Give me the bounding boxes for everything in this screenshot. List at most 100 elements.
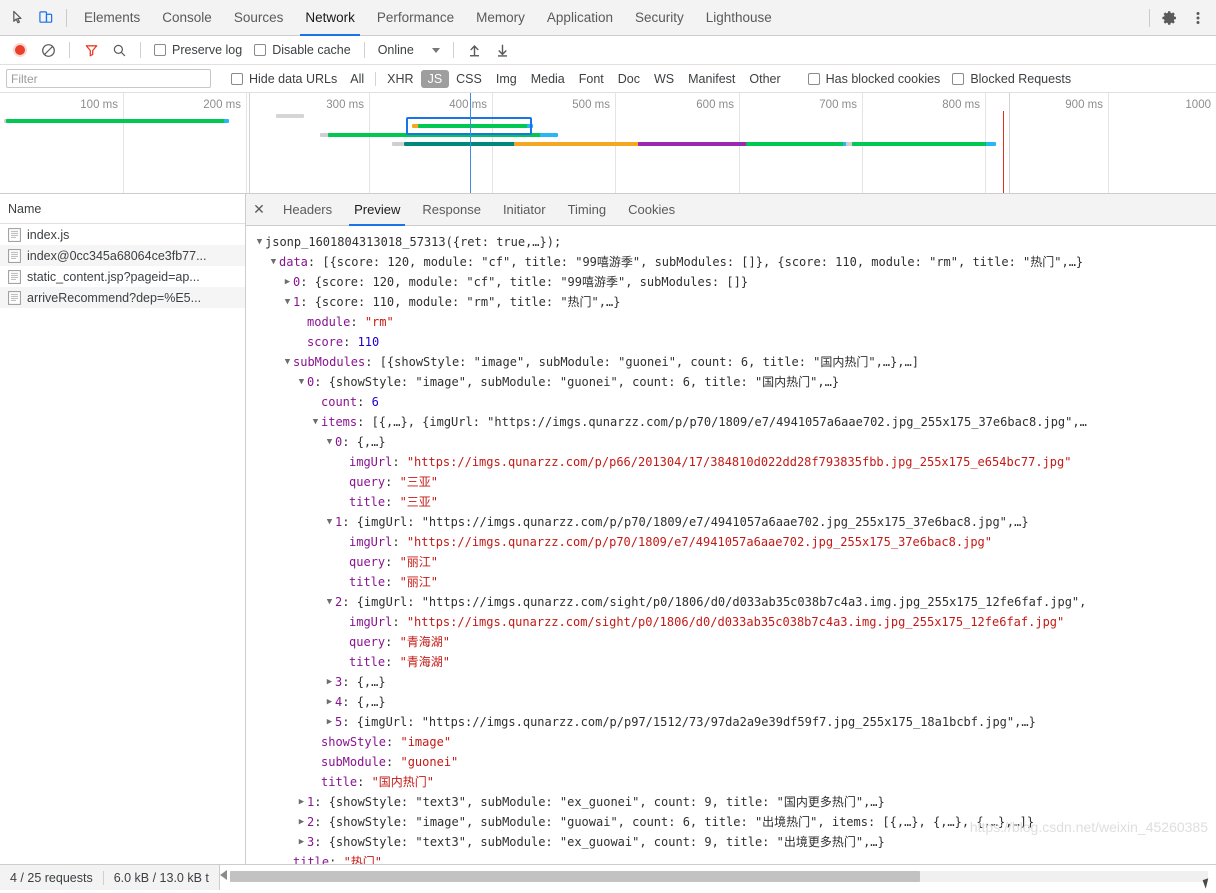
scrollbar-thumb[interactable] — [229, 871, 920, 882]
tab-response[interactable]: Response — [411, 194, 492, 226]
tab-lighthouse[interactable]: Lighthouse — [695, 0, 783, 36]
requests-column-header[interactable]: Name — [0, 194, 245, 224]
expand-arrow-right-icon[interactable]: ▶ — [324, 692, 335, 712]
expand-arrow-right-icon[interactable]: ▶ — [282, 272, 293, 292]
json-tree-line[interactable]: imgUrl: "https://imgs.qunarzz.com/p/p70/… — [246, 532, 1216, 552]
json-preview-tree[interactable]: ▼ jsonp_1601804313018_57313({ret: true,…}… — [246, 226, 1216, 864]
tab-preview[interactable]: Preview — [343, 194, 411, 226]
filter-input[interactable] — [6, 69, 211, 88]
json-tree-line[interactable]: ▼ 1: {score: 110, module: "rm", title: "热… — [246, 292, 1216, 312]
has-blocked-cookies-box[interactable] — [807, 72, 820, 85]
json-tree-line[interactable]: ▶ 2: {showStyle: "image", subModule: "guo… — [246, 812, 1216, 832]
tab-application[interactable]: Application — [536, 0, 624, 36]
tab-headers[interactable]: Headers — [272, 194, 343, 226]
json-tree-line[interactable]: ▼ 2: {imgUrl: "https://imgs.qunarzz.com/s… — [246, 592, 1216, 612]
expand-arrow-right-icon[interactable]: ▶ — [296, 832, 307, 852]
type-filter-font[interactable]: Font — [572, 70, 611, 88]
expand-arrow-right-icon[interactable]: ▶ — [324, 672, 335, 692]
type-filter-xhr[interactable]: XHR — [380, 70, 420, 88]
json-tree-line[interactable]: ▼ 1: {imgUrl: "https://imgs.qunarzz.com/p… — [246, 512, 1216, 532]
export-har-icon[interactable] — [489, 36, 517, 64]
clear-button[interactable] — [34, 36, 62, 64]
json-tree-line[interactable]: ▶ 3: {showStyle: "text3", subModule: "ex_… — [246, 832, 1216, 852]
tab-timing[interactable]: Timing — [557, 194, 618, 226]
expand-arrow-down-icon[interactable]: ▼ — [324, 512, 335, 532]
tab-network[interactable]: Network — [294, 0, 366, 36]
close-icon[interactable]: ✕ — [246, 194, 272, 226]
tab-memory[interactable]: Memory — [465, 0, 536, 36]
disable-cache-checkbox[interactable]: Disable cache — [248, 43, 357, 57]
network-overview-timeline[interactable]: 100 ms 200 ms 300 ms 400 ms 500 ms 600 ms 700 … — [0, 93, 1216, 194]
json-tree-line[interactable]: imgUrl: "https://imgs.qunarzz.com/sight/… — [246, 612, 1216, 632]
json-tree-line[interactable]: ▶ 0: {score: 120, module: "cf", title: "9… — [246, 272, 1216, 292]
type-filter-css[interactable]: CSS — [449, 70, 489, 88]
json-tree-line[interactable]: title: "丽江" — [246, 572, 1216, 592]
json-tree-line[interactable]: ▶ 3: {,…} — [246, 672, 1216, 692]
request-row[interactable]: index.js — [0, 224, 245, 245]
expand-arrow-down-icon[interactable]: ▼ — [254, 232, 265, 252]
blocked-requests-box[interactable] — [952, 72, 965, 85]
expand-arrow-right-icon[interactable]: ▶ — [296, 812, 307, 832]
expand-arrow-down-icon[interactable]: ▼ — [268, 252, 279, 272]
json-tree-line[interactable]: title: "国内热门" — [246, 772, 1216, 792]
overview-selection-box[interactable] — [406, 117, 532, 135]
json-tree-line[interactable]: score: 110 — [246, 332, 1216, 352]
preserve-log-checkbox[interactable]: Preserve log — [148, 43, 248, 57]
blocked-requests-checkbox[interactable]: Blocked Requests — [946, 72, 1077, 86]
type-filter-doc[interactable]: Doc — [611, 70, 647, 88]
json-tree-line[interactable]: ▼ data: [{score: 120, module: "cf", title… — [246, 252, 1216, 272]
filter-funnel-icon[interactable] — [77, 36, 105, 64]
json-tree-line[interactable]: ▼ 0: {showStyle: "image", subModule: "guo… — [246, 372, 1216, 392]
expand-arrow-down-icon[interactable]: ▼ — [282, 352, 293, 372]
expand-arrow-down-icon[interactable]: ▼ — [282, 292, 293, 312]
type-filter-manifest[interactable]: Manifest — [681, 70, 742, 88]
type-filter-js[interactable]: JS — [420, 69, 450, 88]
type-filter-other[interactable]: Other — [742, 70, 787, 88]
expand-arrow-right-icon[interactable]: ▶ — [296, 792, 307, 812]
json-tree-line[interactable]: ▼ jsonp_1601804313018_57313({ret: true,…}… — [246, 232, 1216, 252]
json-tree-line[interactable]: module: "rm" — [246, 312, 1216, 332]
json-tree-line[interactable]: showStyle: "image" — [246, 732, 1216, 752]
preview-horizontal-scrollbar[interactable] — [218, 865, 1216, 890]
json-tree-line[interactable]: title: "青海湖" — [246, 652, 1216, 672]
json-tree-line[interactable]: count: 6 — [246, 392, 1216, 412]
expand-arrow-down-icon[interactable]: ▼ — [324, 592, 335, 612]
json-tree-line[interactable]: ▶ 4: {,…} — [246, 692, 1216, 712]
search-icon[interactable] — [105, 36, 133, 64]
tab-security[interactable]: Security — [624, 0, 695, 36]
expand-arrow-down-icon[interactable]: ▼ — [310, 412, 321, 432]
import-har-icon[interactable] — [461, 36, 489, 64]
tab-performance[interactable]: Performance — [366, 0, 465, 36]
json-tree-line[interactable]: query: "丽江" — [246, 552, 1216, 572]
tab-console[interactable]: Console — [151, 0, 223, 36]
json-tree-line[interactable]: ▼ items: [{,…}, {imgUrl: "https://imgs.qu… — [246, 412, 1216, 432]
request-row[interactable]: static_content.jsp?pageid=ap... — [0, 266, 245, 287]
json-tree-line[interactable]: imgUrl: "https://imgs.qunarzz.com/p/p66/… — [246, 452, 1216, 472]
json-tree-line[interactable]: query: "三亚" — [246, 472, 1216, 492]
type-filter-media[interactable]: Media — [524, 70, 572, 88]
type-filter-all[interactable]: All — [343, 70, 371, 88]
scrollbar-track[interactable] — [229, 871, 1208, 882]
hide-data-urls-box[interactable] — [231, 72, 243, 85]
json-tree-line[interactable]: title: "热门" — [246, 852, 1216, 864]
request-row[interactable]: arriveRecommend?dep=%E5... — [0, 287, 245, 308]
expand-arrow-right-icon[interactable]: ▶ — [324, 712, 335, 732]
json-tree-line[interactable]: ▶ 1: {showStyle: "text3", subModule: "ex_… — [246, 792, 1216, 812]
gear-icon[interactable] — [1156, 4, 1184, 32]
inspect-element-icon[interactable] — [4, 4, 32, 32]
device-toolbar-icon[interactable] — [32, 4, 60, 32]
record-button[interactable] — [6, 36, 34, 64]
json-tree-line[interactable]: ▼ subModules: [{showStyle: "image", subMo… — [246, 352, 1216, 372]
has-blocked-cookies-checkbox[interactable]: Has blocked cookies — [802, 72, 947, 86]
hide-data-urls-checkbox[interactable]: Hide data URLs — [225, 72, 343, 86]
network-throttle-select[interactable]: Online — [372, 43, 446, 57]
expand-arrow-down-icon[interactable]: ▼ — [296, 372, 307, 392]
type-filter-img[interactable]: Img — [489, 70, 524, 88]
json-tree-line[interactable]: title: "三亚" — [246, 492, 1216, 512]
expand-arrow-down-icon[interactable]: ▼ — [324, 432, 335, 452]
scroll-left-arrow-icon[interactable] — [219, 870, 227, 880]
tab-cookies[interactable]: Cookies — [617, 194, 686, 226]
json-tree-line[interactable]: query: "青海湖" — [246, 632, 1216, 652]
json-tree-line[interactable]: ▶ 5: {imgUrl: "https://imgs.qunarzz.com/p… — [246, 712, 1216, 732]
disable-cache-box[interactable] — [254, 44, 267, 56]
